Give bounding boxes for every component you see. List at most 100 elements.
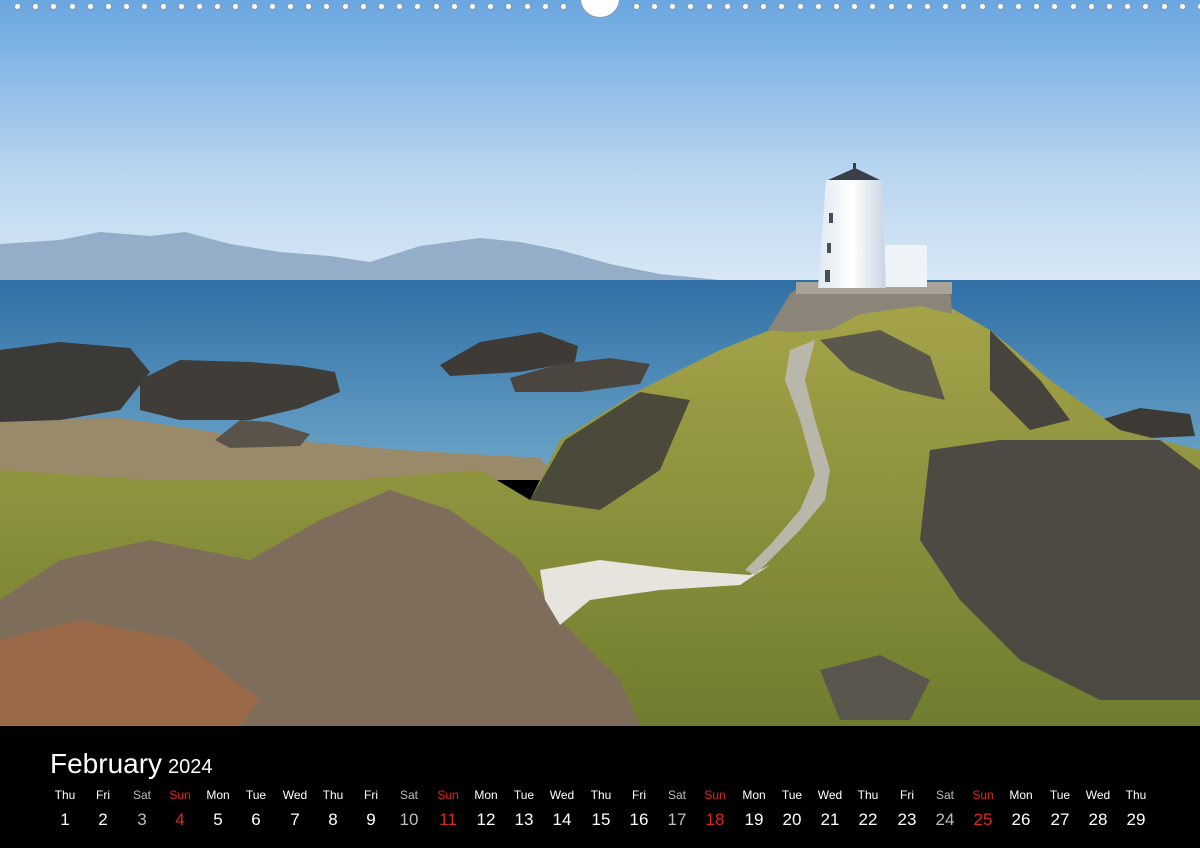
binding-hole: [342, 3, 349, 10]
binding-hole: [178, 3, 185, 10]
binding-hole: [305, 3, 312, 10]
day-number: 24: [935, 810, 955, 829]
year-label: 2024: [168, 756, 213, 778]
day-number: 25: [973, 810, 993, 829]
binding-hole: [32, 3, 39, 10]
binding-hole: [979, 3, 986, 10]
day-name: Wed: [282, 788, 308, 802]
day-cell: Fri 23: [887, 788, 927, 830]
day-name: Thu: [590, 788, 612, 802]
binding-hole: [378, 3, 385, 10]
binding-hole: [451, 3, 458, 10]
day-name: Mon: [474, 788, 498, 802]
day-cell: Thu 1: [45, 788, 85, 830]
day-number: 14: [552, 810, 572, 829]
binding-hole: [924, 3, 931, 10]
binding-hole: [1106, 3, 1113, 10]
day-number: 5: [213, 810, 223, 829]
day-cell: Wed 28: [1078, 788, 1118, 830]
binding-hole: [633, 3, 640, 10]
day-cell: Mon 5: [198, 788, 238, 830]
day-number: 23: [897, 810, 917, 829]
day-name: Sat: [132, 788, 151, 802]
binding-hole: [560, 3, 567, 10]
binding-hole: [251, 3, 258, 10]
binding-hole: [123, 3, 130, 10]
calendar-binding: [0, 0, 1200, 18]
binding-hole: [232, 3, 239, 10]
binding-hole: [360, 3, 367, 10]
calendar-panel: February 2024 Thu 1 Fri 2 Sat 3 Sun 4 Mon 5 Tue 6 Wed…: [0, 726, 1200, 848]
day-cell: Thu 22: [848, 788, 888, 830]
binding-hole: [760, 3, 767, 10]
day-number: 11: [439, 810, 457, 829]
binding-hole: [196, 3, 203, 10]
binding-hole: [706, 3, 713, 10]
binding-hole: [87, 3, 94, 10]
day-number: 13: [514, 810, 534, 829]
binding-hole: [1142, 3, 1149, 10]
day-name: Wed: [549, 788, 575, 802]
day-number: 22: [858, 810, 878, 829]
binding-hole: [1015, 3, 1022, 10]
day-name: Sun: [169, 788, 191, 802]
binding-hole: [1124, 3, 1131, 10]
binding-hole: [1179, 3, 1186, 10]
hanger-hole: [580, 0, 620, 18]
binding-hole: [797, 3, 804, 10]
day-name: Thu: [1125, 788, 1147, 802]
day-cell: Sat 10: [389, 788, 429, 830]
day-name: Sat: [399, 788, 418, 802]
day-name: Thu: [322, 788, 344, 802]
day-number: 27: [1050, 810, 1070, 829]
day-cell: Sun 4: [160, 788, 200, 830]
binding-hole: [1051, 3, 1058, 10]
day-name: Tue: [245, 788, 267, 802]
binding-hole: [469, 3, 476, 10]
day-name: Mon: [742, 788, 766, 802]
binding-hole: [323, 3, 330, 10]
day-number: 9: [366, 810, 376, 829]
day-cell: Tue 27: [1040, 788, 1080, 830]
day-cell: Thu 15: [581, 788, 621, 830]
binding-hole: [724, 3, 731, 10]
day-number: 28: [1088, 810, 1108, 829]
day-cell: Fri 2: [83, 788, 123, 830]
day-name: Sun: [437, 788, 459, 802]
day-name: Sun: [972, 788, 994, 802]
month-name: February: [50, 748, 163, 779]
day-name: Mon: [206, 788, 230, 802]
day-number: 4: [175, 810, 185, 829]
day-cell: Fri 9: [351, 788, 391, 830]
day-number: 29: [1126, 810, 1146, 829]
day-number: 7: [290, 810, 300, 829]
day-number: 18: [705, 810, 725, 829]
binding-hole: [269, 3, 276, 10]
binding-hole: [687, 3, 694, 10]
binding-hole: [833, 3, 840, 10]
day-number: 2: [98, 810, 108, 829]
day-cell: Sun 11: [428, 788, 468, 830]
day-cell: Wed 7: [275, 788, 315, 830]
day-name: Fri: [96, 788, 110, 802]
day-number: 19: [744, 810, 764, 829]
day-cell: Thu 8: [313, 788, 353, 830]
binding-hole: [906, 3, 913, 10]
binding-hole: [69, 3, 76, 10]
binding-hole: [160, 3, 167, 10]
day-cell: Tue 20: [772, 788, 812, 830]
binding-hole: [942, 3, 949, 10]
day-cell: Mon 19: [734, 788, 774, 830]
binding-hole: [1033, 3, 1040, 10]
day-name: Sun: [704, 788, 726, 802]
day-name: Fri: [900, 788, 914, 802]
day-number: 3: [137, 810, 147, 829]
day-number: 6: [251, 810, 261, 829]
landscape-photo: [0, 0, 1200, 726]
day-number: 21: [820, 810, 840, 829]
day-name: Fri: [364, 788, 378, 802]
day-name: Thu: [54, 788, 76, 802]
day-number: 17: [667, 810, 687, 829]
day-cell: Wed 21: [810, 788, 850, 830]
day-cell: Sun 25: [963, 788, 1003, 830]
